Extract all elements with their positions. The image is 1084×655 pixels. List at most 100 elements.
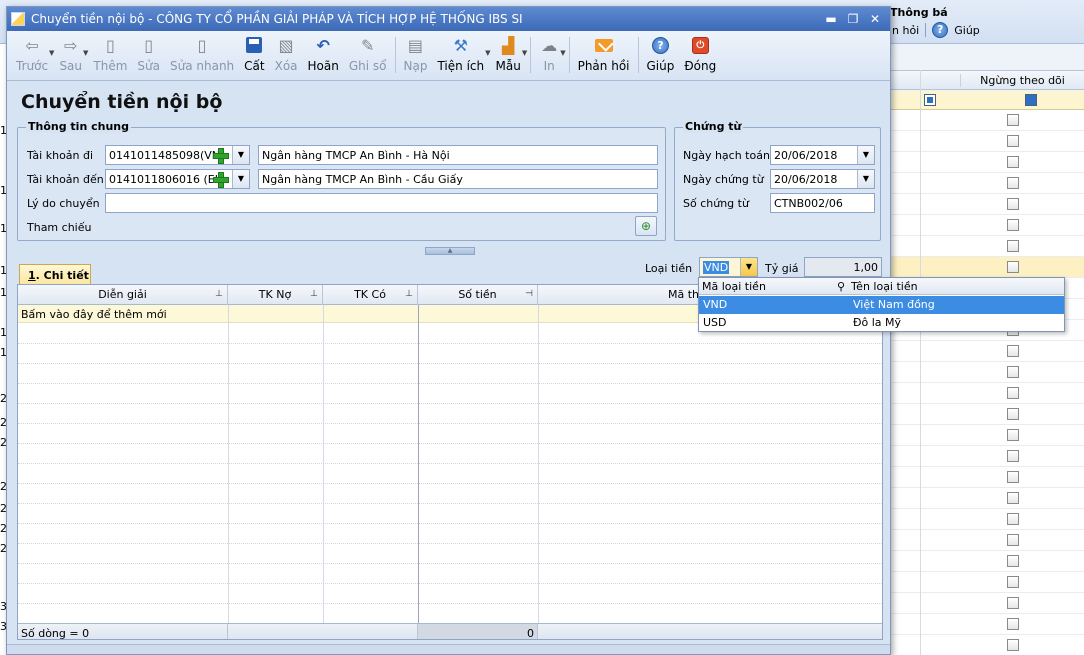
- from-bank-field[interactable]: Ngân hàng TMCP An Bình - Hà Nội: [258, 145, 658, 165]
- template-button[interactable]: ▟ Mẫu: [491, 35, 526, 79]
- quick-edit-icon: ▯: [197, 35, 207, 55]
- collapse-header-handle[interactable]: ▲: [425, 247, 475, 255]
- stop-tracking-checkbox[interactable]: [1007, 261, 1019, 273]
- add-from-account-button[interactable]: [211, 146, 229, 164]
- stop-tracking-checkbox[interactable]: [1007, 219, 1019, 231]
- add-to-account-button[interactable]: [211, 170, 229, 188]
- exchange-rate-label: Tỷ giá: [765, 262, 799, 275]
- binoculars-icon: ⚲: [837, 280, 846, 293]
- stop-tracking-checkbox[interactable]: [1007, 639, 1019, 651]
- load-button[interactable]: ▤ Nạp: [399, 35, 433, 79]
- posting-date-field[interactable]: 20/06/2018 ▼: [770, 145, 875, 165]
- stop-tracking-checkbox[interactable]: [1007, 114, 1019, 126]
- currency-option-vnd[interactable]: VND Việt Nam đồng: [699, 296, 1064, 314]
- voucher-no-field[interactable]: CTNB002/06: [770, 193, 875, 213]
- column-debit-account[interactable]: TK Nợ ⊥: [228, 285, 323, 305]
- next-button[interactable]: ⇨ Sau: [54, 35, 87, 79]
- filter-checkbox[interactable]: [924, 94, 936, 106]
- power-icon: ⏻: [691, 36, 709, 54]
- filter-checkbox-stop-tracking[interactable]: [1025, 94, 1037, 106]
- chevron-down-icon[interactable]: ▼: [232, 146, 249, 164]
- close-window-button[interactable]: ✕: [868, 12, 882, 26]
- post-button[interactable]: ✎ Ghi sổ: [344, 35, 392, 79]
- reason-label: Lý do chuyển: [27, 197, 100, 210]
- column-stop-tracking[interactable]: Ngừng theo dõi: [960, 74, 1084, 87]
- quick-edit-button[interactable]: ▯ Sửa nhanh: [165, 35, 239, 79]
- stop-tracking-checkbox[interactable]: [1007, 240, 1019, 252]
- background-title: Thông bá: [890, 6, 948, 19]
- column-amount[interactable]: Số tiền ⊣: [418, 285, 538, 305]
- stop-tracking-checkbox[interactable]: [1007, 345, 1019, 357]
- posting-date-label: Ngày hạch toán: [683, 149, 770, 162]
- stop-tracking-checkbox[interactable]: [1007, 177, 1019, 189]
- stop-tracking-checkbox[interactable]: [1007, 576, 1019, 588]
- stop-tracking-checkbox[interactable]: [1007, 366, 1019, 378]
- voucher-group: Chứng từ Ngày hạch toán 20/06/2018 ▼ Ngà…: [674, 120, 881, 241]
- stop-tracking-checkbox[interactable]: [1007, 471, 1019, 483]
- stop-tracking-checkbox[interactable]: [1007, 408, 1019, 420]
- undo-button[interactable]: ↶ Hoãn: [303, 35, 344, 79]
- utilities-button[interactable]: ⚒ Tiện ích: [432, 35, 489, 79]
- dialog-title: Chuyển tiền nội bộ - CÔNG TY CỔ PHẦN GIẢ…: [31, 12, 523, 26]
- minimize-button[interactable]: ▬: [824, 12, 838, 26]
- stop-tracking-checkbox[interactable]: [1007, 555, 1019, 567]
- template-dropdown-arrow[interactable]: ▼: [522, 49, 527, 57]
- exchange-rate-field[interactable]: 1,00: [804, 257, 882, 277]
- stop-tracking-checkbox[interactable]: [1007, 198, 1019, 210]
- stop-tracking-checkbox[interactable]: [1007, 156, 1019, 168]
- stop-tracking-checkbox[interactable]: [1007, 387, 1019, 399]
- search-plus-icon: ⊕: [640, 219, 652, 233]
- maximize-button[interactable]: ❐: [846, 12, 860, 26]
- print-dropdown-arrow[interactable]: ▼: [560, 49, 565, 57]
- voucher-date-label: Ngày chứng từ: [683, 173, 764, 186]
- help-icon: ?: [932, 22, 949, 38]
- stop-tracking-checkbox[interactable]: [1007, 534, 1019, 546]
- new-document-icon: ▯: [106, 35, 115, 55]
- page-title: Chuyển tiền nội bộ: [21, 91, 223, 113]
- stop-tracking-checkbox[interactable]: [1007, 135, 1019, 147]
- close-button[interactable]: ⏻ Đóng: [679, 35, 721, 79]
- save-button[interactable]: Cất: [239, 35, 269, 79]
- chevron-down-icon[interactable]: ▼: [740, 258, 757, 276]
- stop-tracking-checkbox[interactable]: [1007, 618, 1019, 630]
- reference-lookup-button[interactable]: ⊕: [635, 216, 657, 236]
- column-currency-code[interactable]: Mã loại tiền: [702, 280, 766, 293]
- currency-field[interactable]: VND ▼: [699, 257, 758, 277]
- stop-tracking-checkbox[interactable]: [1007, 597, 1019, 609]
- dialog-titlebar[interactable]: Chuyển tiền nội bộ - CÔNG TY CỔ PHẦN GIẢ…: [7, 7, 890, 31]
- pin-icon[interactable]: ⊥: [405, 285, 413, 304]
- add-button[interactable]: ▯ Thêm: [88, 35, 132, 79]
- printer-icon: ☁: [541, 35, 558, 55]
- currency-option-usd[interactable]: USD Đô la Mỹ: [699, 314, 1064, 332]
- chevron-down-icon[interactable]: ▼: [857, 170, 874, 188]
- pin-icon[interactable]: ⊥: [310, 285, 318, 304]
- to-bank-field[interactable]: Ngân hàng TMCP An Bình - Cầu Giấy: [258, 169, 658, 189]
- column-currency-name[interactable]: Tên loại tiền: [851, 280, 918, 293]
- stop-tracking-checkbox[interactable]: [1007, 492, 1019, 504]
- stop-tracking-checkbox[interactable]: [1007, 450, 1019, 462]
- delete-button[interactable]: ▧ Xóa: [270, 35, 303, 79]
- pin-icon[interactable]: ⊥: [215, 285, 223, 304]
- tab-detail[interactable]: 1. Chi tiết: [19, 264, 91, 284]
- stop-tracking-checkbox[interactable]: [1007, 429, 1019, 441]
- print-button[interactable]: ☁ In: [534, 35, 564, 79]
- feedback-button[interactable]: Phản hồi: [573, 35, 635, 79]
- help-button[interactable]: ? Giúp: [642, 35, 680, 79]
- background-help[interactable]: n hỏi ? Giúp: [892, 22, 980, 38]
- from-account-label: Tài khoản đi: [27, 149, 94, 162]
- detail-grid-footer: Số dòng = 0 0: [18, 623, 882, 639]
- column-credit-account[interactable]: TK Có ⊥: [323, 285, 418, 305]
- reason-field[interactable]: [105, 193, 658, 213]
- arrow-right-icon: ⇨: [64, 35, 78, 55]
- voucher-date-field[interactable]: 20/06/2018 ▼: [770, 169, 875, 189]
- prev-button[interactable]: ⇦ Trước: [11, 35, 53, 79]
- chevron-down-icon[interactable]: ▼: [232, 170, 249, 188]
- delete-icon: ▧: [278, 35, 294, 55]
- pin-icon[interactable]: ⊣: [525, 285, 533, 304]
- chevron-down-icon[interactable]: ▼: [857, 146, 874, 164]
- edit-button[interactable]: ▯ Sửa: [132, 35, 165, 79]
- general-info-title: Thông tin chung: [26, 120, 132, 133]
- column-description[interactable]: Diễn giải ⊥: [18, 285, 228, 305]
- plus-icon: [213, 148, 229, 164]
- stop-tracking-checkbox[interactable]: [1007, 513, 1019, 525]
